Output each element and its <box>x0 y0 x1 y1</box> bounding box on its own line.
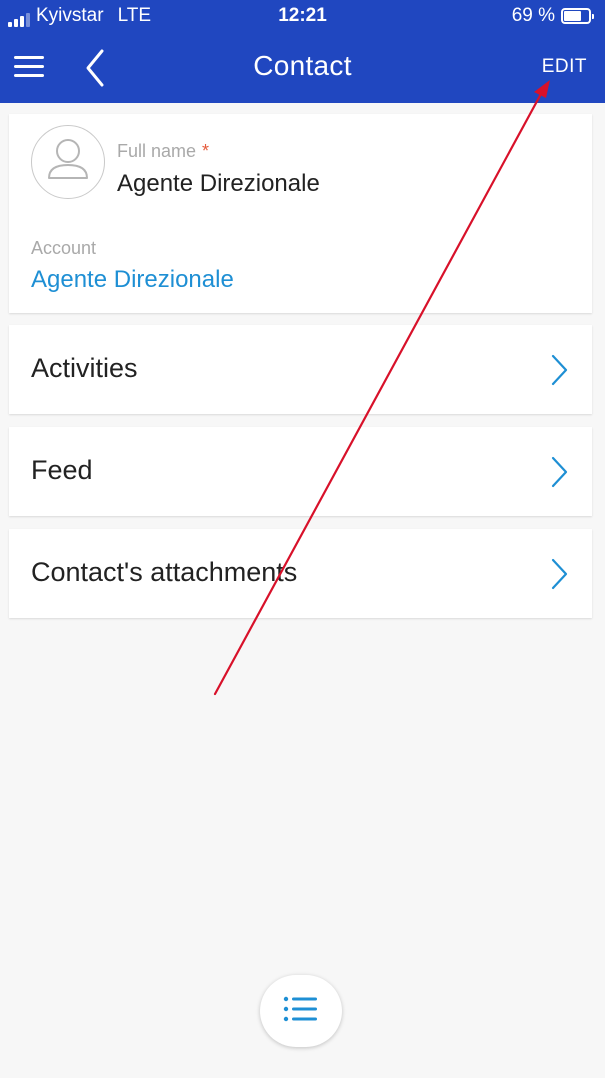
nav-bar: Contact EDIT <box>0 34 605 103</box>
section-row-feed[interactable]: Feed <box>9 427 592 516</box>
account-label: Account <box>31 238 97 258</box>
chevron-right-icon <box>551 354 568 386</box>
section-row-activities[interactable]: Activities <box>9 325 592 414</box>
contact-card: Full name * Agente Direzionale Account Ag… <box>9 114 592 313</box>
section-label: Contact's attachments <box>31 557 298 587</box>
required-marker: * <box>202 141 210 161</box>
app-header: Kyivstar LTE 12:21 69 % Contact EDIT <box>0 0 605 103</box>
list-icon <box>283 996 317 1022</box>
account-link[interactable]: Agente Direzionale <box>31 266 234 294</box>
full-name-label: Full name * <box>117 141 209 162</box>
full-name-value: Agente Direzionale <box>117 170 320 197</box>
battery-percent: 69 % <box>511 5 555 26</box>
full-name-label-text: Full name <box>117 141 197 161</box>
status-bar: Kyivstar LTE 12:21 69 % <box>0 0 605 34</box>
section-label: Feed <box>31 455 93 485</box>
chevron-right-icon <box>551 456 568 488</box>
status-right: 69 % <box>511 5 594 27</box>
section-row-attachments[interactable]: Contact's attachments <box>9 529 592 618</box>
user-icon <box>48 139 88 179</box>
edit-button[interactable]: EDIT <box>542 56 587 78</box>
avatar <box>31 125 105 199</box>
list-menu-button[interactable] <box>260 975 342 1047</box>
page-title: Contact <box>253 50 352 81</box>
section-label: Activities <box>31 353 138 383</box>
battery-fill <box>564 11 581 21</box>
battery-icon <box>561 8 594 24</box>
chevron-right-icon <box>551 558 568 590</box>
